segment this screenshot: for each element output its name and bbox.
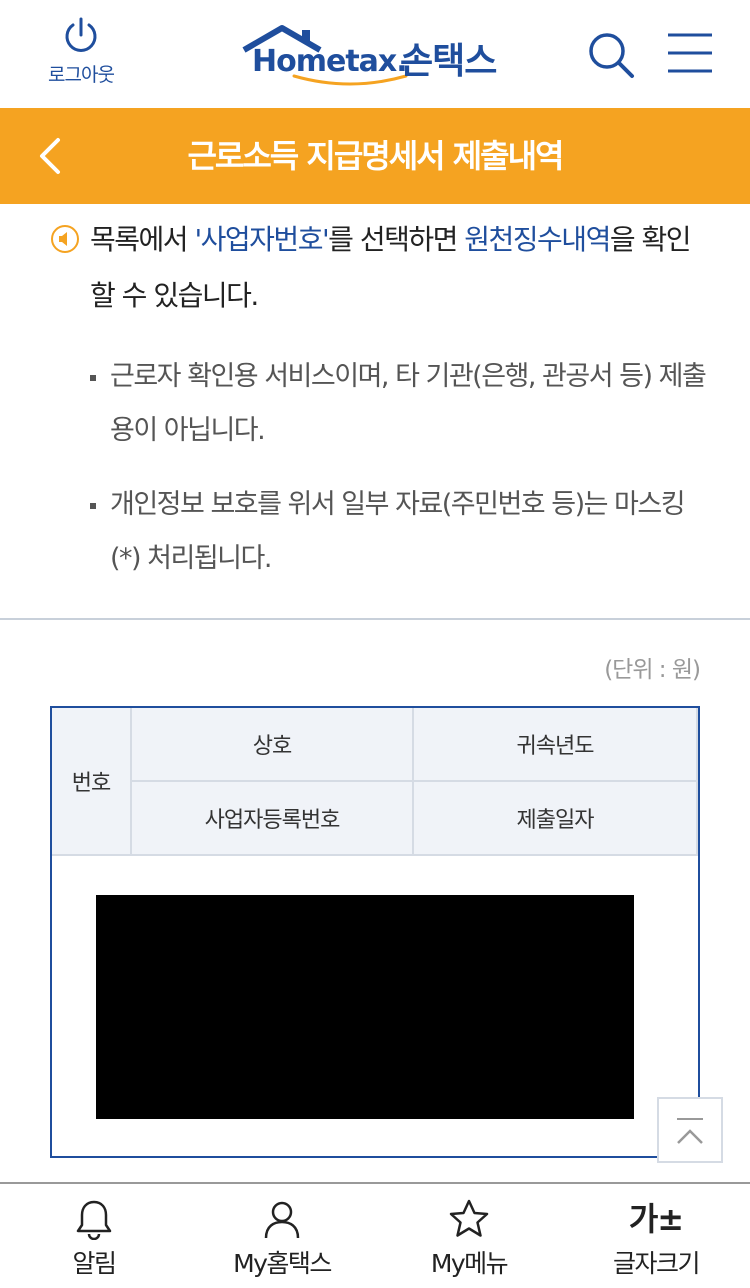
redacted-table-rows xyxy=(96,895,634,1119)
hometax-logo[interactable]: Hometax. 손택스 xyxy=(240,24,515,88)
nav-font-size-label: 글자크기 xyxy=(612,1249,701,1278)
brand-korean: 손택스 xyxy=(400,41,497,82)
logout-label: 로그아웃 xyxy=(48,64,115,86)
nav-font-size[interactable]: 가± 글자크기 xyxy=(592,1184,720,1288)
notice-text: 목록에서 '사업자번호'를 선택하면 원천징수내역을 확인 할 수 있습니다. xyxy=(90,212,710,324)
logout-button[interactable]: 로그아웃 xyxy=(36,16,126,88)
notice-part2: 를 선택하면 xyxy=(328,223,465,256)
unit-label: (단위 : 원) xyxy=(604,657,701,683)
app-header: 로그아웃 Hometax. 손택스 xyxy=(0,0,750,108)
star-icon xyxy=(449,1199,489,1237)
nav-my-menu-label: My메뉴 xyxy=(430,1249,509,1278)
page-title: 근로소득 지급명세서 제출내역 xyxy=(187,137,564,175)
header-biz-number: 사업자등록번호 xyxy=(132,782,414,856)
submission-table: 번호 상호 귀속년도 사업자등록번호 제출일자 xyxy=(50,706,700,1158)
notice-part1: 목록에서 xyxy=(90,223,195,256)
notice-highlight-biz-number: '사업자번호' xyxy=(194,223,329,256)
nav-alarm[interactable]: 알림 xyxy=(30,1184,158,1288)
power-icon xyxy=(65,17,97,52)
bullet-item: 근로자 확인용 서비스이며, 타 기관(은행, 관공서 등) 제출용이 아닙니다… xyxy=(90,350,710,458)
hamburger-menu-button[interactable] xyxy=(664,30,716,76)
notice-bullets: 근로자 확인용 서비스이며, 타 기관(은행, 관공서 등) 제출용이 아닙니다… xyxy=(90,350,710,606)
header-number: 번호 xyxy=(52,708,132,856)
person-icon xyxy=(264,1201,300,1239)
font-size-icon: 가± xyxy=(628,1200,684,1238)
section-divider xyxy=(0,618,750,620)
nav-alarm-label: 알림 xyxy=(72,1249,117,1278)
bullet-item: 개인정보 보호를 위서 일부 자료(주민번호 등)는 마스킹(*) 처리됩니다. xyxy=(90,478,710,586)
header-year: 귀속년도 xyxy=(414,708,698,782)
notice-section: 목록에서 '사업자번호'를 선택하면 원천징수내역을 확인 할 수 있습니다. xyxy=(50,212,710,324)
notice-highlight-withholding: 원천징수내역 xyxy=(464,223,611,256)
title-bar: 근로소득 지급명세서 제출내역 xyxy=(0,108,750,204)
header-company: 상호 xyxy=(132,708,414,782)
bottom-navigation: 알림 My홈택스 My메뉴 가± 글자크기 xyxy=(0,1182,750,1288)
bell-icon xyxy=(76,1200,112,1240)
scroll-top-button[interactable] xyxy=(657,1097,723,1163)
search-button[interactable] xyxy=(584,28,638,82)
scroll-top-icon xyxy=(677,1118,703,1144)
smile-swoosh-icon xyxy=(292,74,408,86)
speaker-icon xyxy=(51,225,79,253)
nav-my-hometax[interactable]: My홈택스 xyxy=(210,1184,354,1288)
nav-my-hometax-label: My홈택스 xyxy=(233,1249,332,1278)
search-icon xyxy=(589,33,634,78)
nav-my-menu[interactable]: My메뉴 xyxy=(402,1184,536,1288)
back-button[interactable] xyxy=(30,134,74,178)
header-submit-date: 제출일자 xyxy=(414,782,698,856)
hamburger-icon xyxy=(668,33,712,73)
chevron-left-icon xyxy=(40,138,60,174)
